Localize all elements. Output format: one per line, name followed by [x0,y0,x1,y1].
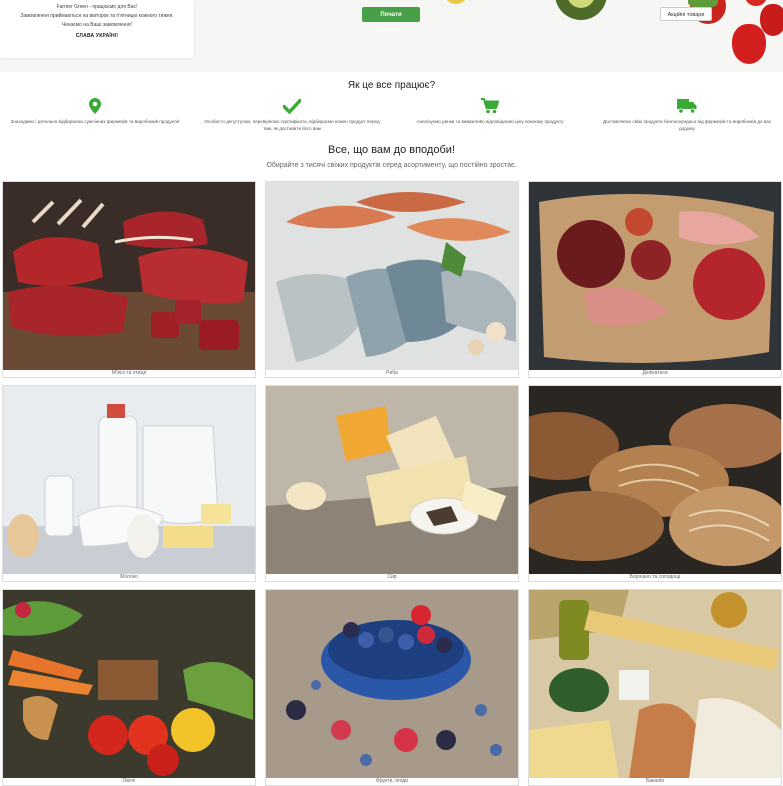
announcement-line: Замовлення приймаються на вівторок та п'… [20,13,174,19]
step-taste-check: Особисто дегустуємо, перевіряємо сертифі… [202,98,382,132]
bread-image [529,386,781,575]
strawberry-image [760,4,783,36]
how-it-works-title: Як це все працює? [347,80,436,91]
milk-image [3,386,255,575]
announcement-line: СЛАВА УКРАЇНІ! [75,33,119,39]
shopping-cart-icon [481,98,499,114]
step-text: Особисто дегустуємо, перевіряємо сертифі… [204,119,380,131]
category-label: Риба [266,370,518,377]
catalog-subtitle: Обирайте з тисячі свіжих продуктів серед… [266,162,517,169]
deli-image [529,182,781,371]
category-label: Овочі [3,778,255,785]
category-label: Молоко [3,574,255,581]
category-card-fish[interactable]: Риба [265,181,519,378]
category-card-milk[interactable]: Молоко [2,385,256,582]
meat-image [3,182,255,371]
step-analyze-prices: Аналізуємо ринки та виважливо відповідає… [400,98,580,125]
announcement-line: Чекаємо на Ваші замовлення! [61,22,133,28]
lemon-image [445,0,467,4]
category-label: М'ясо та птиця [3,370,255,377]
catalog-title: Все, що вам до вподоби! [328,144,455,156]
fish-image [266,182,518,371]
category-card-bread[interactable]: Борошно та солодощі [528,385,782,582]
category-card-deli[interactable]: Делікатеси [528,181,782,378]
category-label: Борошно та солодощі [529,574,781,581]
map-pin-icon [89,98,101,114]
promo-products-button[interactable]: Акційні товари [660,7,712,21]
step-text: Знаходимо і ретельно відбираємо сумлінни… [10,119,180,124]
berries-image [266,590,518,779]
step-text: Аналізуємо ринки та виважливо відповідає… [416,119,564,124]
vegetables-image [3,590,255,779]
announcement-card: Farmer Green - працюємо для Вас! Замовле… [0,0,194,58]
checkmark-icon [283,98,301,114]
strawberry-image [745,0,767,6]
step-delivery: Доставляємо свіжі продукти безпосередньо… [597,98,777,132]
strawberry-image [732,24,766,64]
cheese-image [266,386,518,575]
category-card-berries[interactable]: Фрукти, ягоди [265,589,519,786]
category-card-grocery[interactable]: Бакалія [528,589,782,786]
category-label: Бакалія [529,778,781,785]
step-find-farmers: Знаходимо і ретельно відбираємо сумлінни… [5,98,185,125]
start-shopping-button[interactable]: Почати купувати [362,7,420,33]
category-card-meat[interactable]: М'ясо та птиця [2,181,256,378]
category-card-cheese[interactable]: Сир [265,385,519,582]
category-label: Делікатеси [529,370,781,377]
announcement-line: Farmer Green - працюємо для Вас! [56,4,138,10]
category-label: Сир [266,574,518,581]
step-text: Доставляємо свіжі продукти безпосередньо… [602,119,772,131]
category-label: Фрукти, ягоди [266,778,518,785]
grocery-image [529,590,781,779]
hero-banner: Farmer Green - працюємо для Вас! Замовле… [0,0,783,72]
truck-icon [677,99,697,114]
category-card-vegetables[interactable]: Овочі [2,589,256,786]
